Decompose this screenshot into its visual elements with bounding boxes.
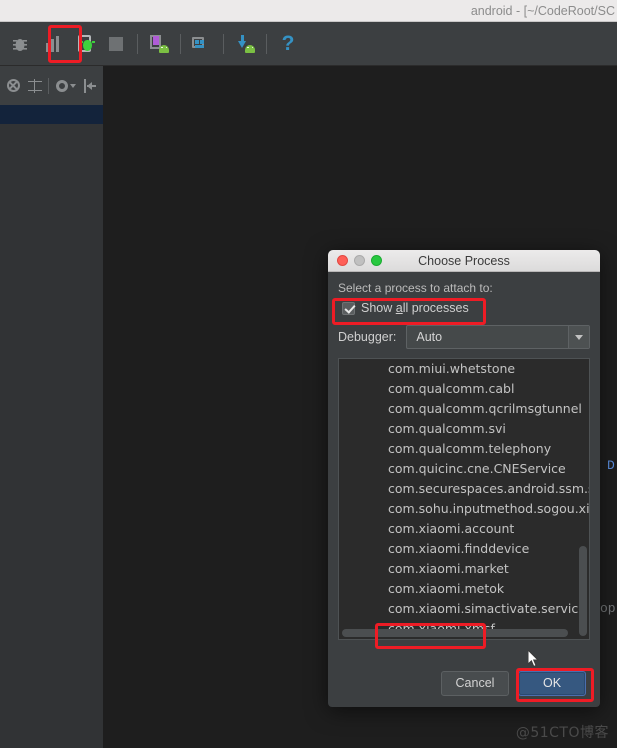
process-list[interactable]: com.miui.whetstone com.qualcomm.cabl com.q… [338, 358, 590, 640]
debugger-label: Debugger: [338, 330, 397, 344]
process-list-item[interactable]: com.quicinc.cne.CNEService [339, 459, 589, 479]
process-list-item[interactable]: com.qualcomm.qcrilmsgtunnel [339, 399, 589, 419]
settings-gear-icon[interactable] [52, 75, 80, 96]
sync-glyph [235, 34, 255, 53]
chevron-down-icon [70, 83, 76, 88]
toolbar-divider [48, 77, 49, 94]
process-list-item[interactable]: com.qualcomm.telephony [339, 439, 589, 459]
cancel-button[interactable]: Cancel [441, 670, 509, 696]
gear-glyph [56, 79, 68, 92]
debug-panel-toolbar [0, 66, 103, 105]
process-list-inner: com.miui.whetstone com.qualcomm.cabl com.q… [339, 359, 589, 640]
debug-icon[interactable] [5, 29, 35, 59]
breakpoint-lines-glyph [27, 78, 42, 93]
watermark: @51CTO博客 [515, 725, 609, 741]
process-list-horizontal-scrollbar[interactable] [340, 628, 577, 638]
show-all-processes-label: Show all processes [361, 301, 469, 315]
show-all-processes-checkbox-row[interactable]: Show all processes [342, 301, 590, 315]
process-list-item-selected[interactable]: system_process [339, 639, 589, 640]
debugger-selected-value: Auto [416, 330, 443, 344]
debug-left-panel[interactable] [0, 105, 103, 748]
checkbox-checked-icon[interactable] [342, 301, 355, 315]
debugger-row: Debugger: Auto [338, 325, 590, 349]
restore-layout-glyph [83, 78, 98, 93]
editor-fragment-2: op [600, 601, 616, 616]
process-list-item[interactable]: com.qualcomm.svi [339, 419, 589, 439]
avd-manager-icon[interactable] [144, 29, 174, 59]
debug-panel-selected-row[interactable] [0, 105, 103, 124]
question-mark-glyph: ? [281, 32, 295, 55]
mute-breakpoints-icon[interactable] [3, 75, 24, 96]
step-over-glyph [45, 35, 59, 52]
device-glyph [77, 35, 95, 52]
dialog-instruction: Select a process to attach to: [338, 281, 493, 295]
sync-project-gradle-icon[interactable] [230, 29, 260, 59]
step-over-icon[interactable] [37, 29, 67, 59]
process-list-item[interactable]: com.miui.whetstone [339, 359, 589, 379]
dialog-title: Choose Process [418, 253, 510, 268]
process-list-item[interactable]: com.securespaces.android.ssm.s [339, 479, 589, 499]
bug-glyph [11, 35, 29, 53]
mouse-cursor [528, 650, 540, 668]
dialog-body: Select a process to attach to: Show all … [328, 272, 600, 640]
chk-text-after: ll processes [402, 301, 469, 315]
dialog-titlebar: Choose Process [328, 250, 600, 272]
circle-x-glyph [7, 79, 20, 92]
editor-fragment-1: D [607, 458, 615, 473]
view-breakpoints-icon[interactable] [24, 75, 45, 96]
green-bug-glyph [79, 40, 95, 51]
help-icon[interactable]: ? [273, 29, 303, 59]
vertical-scroll-thumb[interactable] [579, 546, 587, 636]
process-list-item[interactable]: com.xiaomi.finddevice [339, 539, 589, 559]
debugger-select[interactable]: Auto [406, 325, 590, 349]
restore-layout-icon[interactable] [80, 75, 101, 96]
process-list-vertical-scrollbar[interactable] [577, 360, 588, 636]
stop-icon[interactable] [101, 29, 131, 59]
stop-square-glyph [109, 36, 123, 51]
process-list-item[interactable]: com.xiaomi.market [339, 559, 589, 579]
process-list-item[interactable]: com.qualcomm.cabl [339, 379, 589, 399]
avd-glyph [149, 34, 169, 53]
toolbar-divider [266, 33, 267, 54]
sdk-manager-icon[interactable] [187, 29, 217, 59]
main-toolbar: ? [0, 22, 617, 66]
attach-debugger-to-android-process-icon[interactable] [69, 29, 99, 59]
toolbar-divider [180, 33, 181, 54]
dialog-button-bar: Cancel OK [328, 659, 600, 707]
window-title: android - [~/CodeRoot/SC [470, 3, 615, 18]
sdk-glyph [192, 35, 212, 53]
window-titlebar: android - [~/CodeRoot/SC [0, 0, 617, 22]
ok-button[interactable]: OK [518, 670, 586, 696]
horizontal-scroll-thumb[interactable] [342, 629, 568, 637]
chk-text-before: Show [361, 301, 396, 315]
process-list-item[interactable]: com.xiaomi.metok [339, 579, 589, 599]
app-window: android - [~/CodeRoot/SC ? D op Choose P… [0, 0, 617, 748]
process-list-item[interactable]: com.sohu.inputmethod.sogou.xia [339, 499, 589, 519]
toolbar-divider [137, 33, 138, 54]
process-list-item[interactable]: com.xiaomi.simactivate.service [339, 599, 589, 619]
toolbar-divider [223, 33, 224, 54]
process-list-item[interactable]: com.xiaomi.account [339, 519, 589, 539]
chevron-down-icon[interactable] [568, 326, 589, 348]
choose-process-dialog: Choose Process Select a process to attac… [328, 250, 600, 707]
chk-text-mnemonic: a [395, 301, 403, 315]
